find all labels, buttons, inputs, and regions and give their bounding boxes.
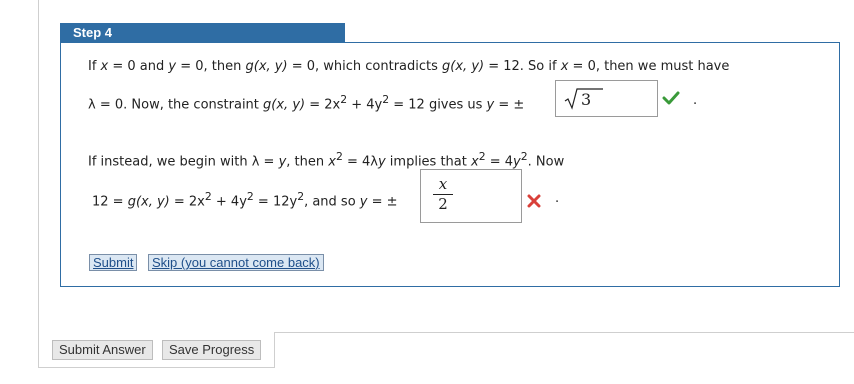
para1-line2: λ = 0. Now, the constraint g(x, y) = 2x2… xyxy=(88,93,525,113)
para2-tail: . xyxy=(555,191,560,206)
sqrt-expression: 3 xyxy=(564,87,604,110)
save-progress-button[interactable]: Save Progress xyxy=(162,340,262,360)
fraction-numerator: x xyxy=(438,175,448,193)
para1-tail: . xyxy=(693,93,698,108)
footer-divider-h xyxy=(274,332,854,333)
answer-field-1[interactable]: 3 xyxy=(555,80,658,117)
step-panel: If x = 0 and y = 0, then g(x, y) = 0, wh… xyxy=(60,42,840,287)
checkmark-icon xyxy=(662,91,680,109)
skip-button[interactable]: Skip (you cannot come back) xyxy=(148,254,324,271)
panel-left-border xyxy=(38,0,39,368)
submit-answer-button[interactable]: Submit Answer xyxy=(52,340,153,360)
footer-divider-v xyxy=(274,332,275,368)
para2-line1: If instead, we begin with λ = y, then x2… xyxy=(88,150,565,170)
fraction-expression: x 2 xyxy=(433,176,453,213)
fraction-denominator: 2 xyxy=(438,195,448,213)
answer-1-value: 3 xyxy=(581,90,592,109)
answer-field-2[interactable]: x 2 xyxy=(420,169,522,223)
submit-button[interactable]: Submit xyxy=(89,254,138,271)
panel-bottom-border xyxy=(38,367,274,368)
step-title: Step 4 xyxy=(60,23,345,42)
para2-line2: 12 = g(x, y) = 2x2 + 4y2 = 12y2, and so … xyxy=(92,190,398,210)
x-mark-icon xyxy=(527,194,541,212)
para1-line1: If x = 0 and y = 0, then g(x, y) = 0, wh… xyxy=(88,59,730,74)
